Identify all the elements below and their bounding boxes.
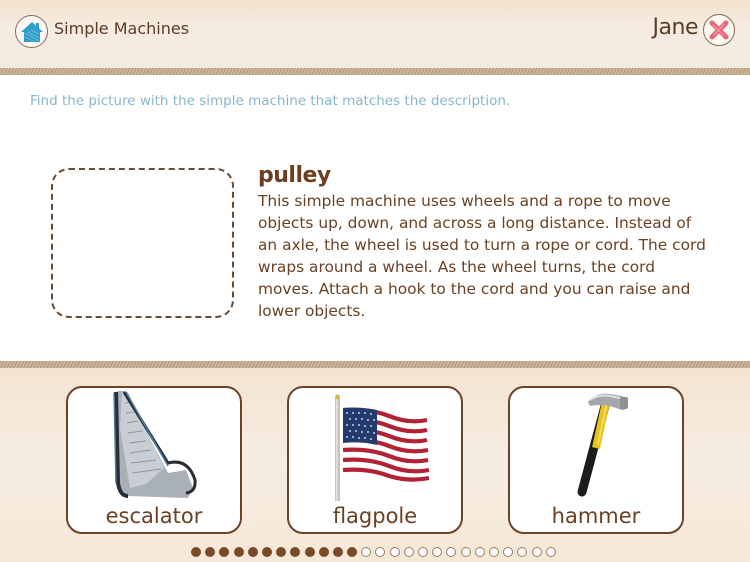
progress-dot-remaining xyxy=(446,547,457,557)
progress-dot-completed xyxy=(290,547,301,557)
word-description: This simple machine uses wheels and a ro… xyxy=(258,192,706,320)
progress-dot-remaining xyxy=(517,547,528,557)
progress-dot-remaining xyxy=(488,547,499,557)
progress-dot-completed xyxy=(191,547,201,557)
hammer-image xyxy=(577,393,628,497)
home-button[interactable] xyxy=(15,15,48,48)
tray-divider xyxy=(0,361,750,368)
progress-dot-completed xyxy=(233,547,244,557)
progress-dot-remaining xyxy=(460,547,471,557)
progress-dot-completed xyxy=(205,547,216,557)
close-x-icon xyxy=(709,20,729,40)
progress-dot-remaining xyxy=(375,547,386,557)
progress-dot-remaining xyxy=(545,547,556,557)
user-name: Jane xyxy=(652,15,699,40)
choice-card-escalator[interactable]: escalator xyxy=(66,386,242,534)
progress-dot-completed xyxy=(276,547,287,557)
choice-label: hammer xyxy=(551,504,641,528)
choice-card-hammer[interactable]: hammer xyxy=(508,386,684,534)
house-icon xyxy=(20,21,43,42)
progress-dot-remaining xyxy=(474,547,485,557)
progress-indicator xyxy=(191,547,556,559)
progress-dot-remaining xyxy=(432,547,443,557)
choice-card-flagpole[interactable]: flagpole xyxy=(287,386,463,534)
progress-dot-completed xyxy=(304,547,315,557)
progress-dot-completed xyxy=(219,547,230,557)
progress-dot-completed xyxy=(332,547,343,557)
progress-dot-remaining xyxy=(418,547,428,557)
progress-dot-remaining xyxy=(403,547,414,557)
choice-label: flagpole xyxy=(332,504,418,528)
target-word: pulley xyxy=(258,163,331,188)
choice-label: escalator xyxy=(105,504,203,528)
answer-drop-zone[interactable] xyxy=(51,168,234,318)
escalator-image xyxy=(113,391,197,498)
progress-dot-remaining xyxy=(389,547,400,557)
progress-dot-completed xyxy=(347,547,358,557)
progress-dot-completed xyxy=(318,547,329,557)
progress-dot-remaining xyxy=(361,547,372,557)
progress-dot-remaining xyxy=(531,547,542,557)
progress-dot-remaining xyxy=(503,547,514,557)
instruction-text: Find the picture with the simple machine… xyxy=(30,93,511,109)
close-button[interactable] xyxy=(703,14,735,46)
progress-dot-completed xyxy=(247,547,258,557)
progress-dot-completed xyxy=(261,547,272,557)
flagpole-image xyxy=(335,394,430,501)
header-bar: Simple Machines Jane xyxy=(0,0,750,70)
app-title: Simple Machines xyxy=(54,19,190,38)
header-divider xyxy=(0,68,750,75)
